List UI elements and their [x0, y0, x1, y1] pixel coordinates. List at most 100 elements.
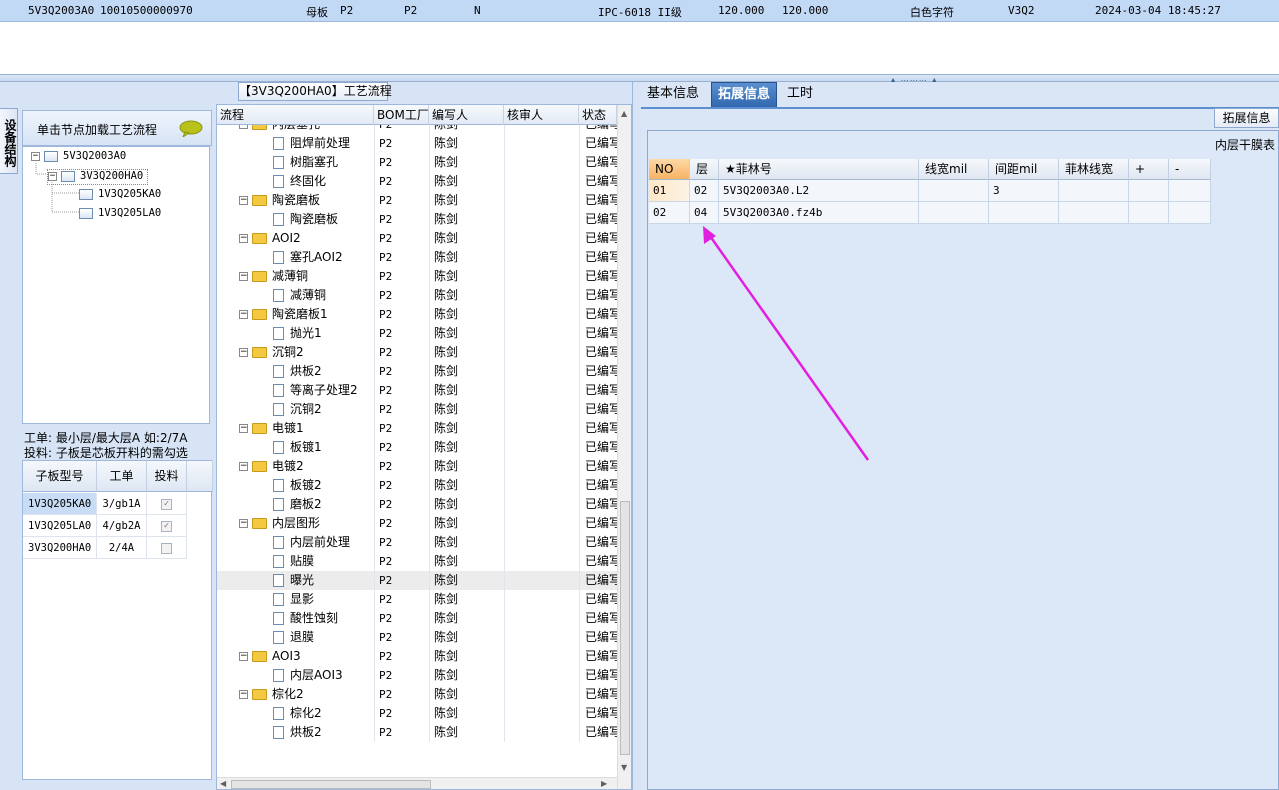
scrollbar-thumb[interactable] [231, 780, 431, 789]
extended-info-button[interactable]: 拓展信息 [1214, 108, 1279, 128]
process-group-row[interactable]: − 内层塞孔 P2 陈剑 已编写 [217, 125, 617, 134]
vertical-scrollbar[interactable]: ▲ ▼ [617, 105, 631, 789]
collapse-icon[interactable]: − [239, 234, 248, 243]
row-remove-cell[interactable] [1169, 180, 1211, 202]
checkbox-checked[interactable]: ✓ [161, 498, 172, 510]
tab-basic-info[interactable]: 基本信息 [641, 82, 705, 108]
process-step-row[interactable]: 磨板2 P2 陈剑 已编写 [217, 495, 617, 514]
sub-row-feed[interactable]: ✓ [147, 493, 187, 515]
scroll-right-icon[interactable]: ▶ [601, 779, 607, 788]
col-header-spacing[interactable]: 间距mil [989, 159, 1059, 180]
col-header-no[interactable]: NO [649, 159, 690, 180]
process-group-row[interactable]: − 棕化2 P2 陈剑 已编写 [217, 685, 617, 704]
horizontal-scrollbar[interactable]: ◀ ▶ [217, 777, 617, 789]
sub-row-feed[interactable]: ✓ [147, 515, 187, 537]
collapse-icon[interactable]: − [239, 310, 248, 319]
process-group-row[interactable]: − 陶瓷磨板 P2 陈剑 已编写 [217, 191, 617, 210]
process-group-row[interactable]: − 减薄铜 P2 陈剑 已编写 [217, 267, 617, 286]
col-header-layer[interactable]: 层 [690, 159, 719, 180]
process-step-row[interactable]: 阻焊前处理 P2 陈剑 已编写 [217, 134, 617, 153]
row-line-width[interactable] [919, 202, 989, 224]
collapse-icon[interactable]: − [239, 690, 248, 699]
checkbox-unchecked[interactable] [161, 542, 172, 554]
process-step-row[interactable]: 棕化2 P2 陈剑 已编写 [217, 704, 617, 723]
scroll-left-icon[interactable]: ◀ [220, 779, 226, 788]
col-header-author[interactable]: 编写人 [429, 105, 504, 125]
checkbox-checked[interactable]: ✓ [161, 520, 172, 532]
col-header-reviewer[interactable]: 核审人 [504, 105, 579, 125]
process-step-row[interactable]: 板镀1 P2 陈剑 已编写 [217, 438, 617, 457]
col-header-plant[interactable]: BOM工厂 [374, 105, 429, 125]
tab-extended-info[interactable]: 拓展信息 [711, 82, 778, 108]
col-header-line-width[interactable]: 线宽mil [919, 159, 989, 180]
process-group-row[interactable]: − 电镀1 P2 陈剑 已编写 [217, 419, 617, 438]
process-group-row[interactable]: − 陶瓷磨板1 P2 陈剑 已编写 [217, 305, 617, 324]
col-header-remove[interactable]: - [1169, 159, 1211, 180]
process-step-row[interactable]: 内层前处理 P2 陈剑 已编写 [217, 533, 617, 552]
process-step-row[interactable]: 烘板2 P2 陈剑 已编写 [217, 362, 617, 381]
process-step-row[interactable]: 沉铜2 P2 陈剑 已编写 [217, 400, 617, 419]
row-spacing[interactable] [989, 202, 1059, 224]
col-header-film[interactable]: ★菲林号 [719, 159, 919, 180]
row-layer[interactable]: 04 [690, 202, 719, 224]
row-film[interactable]: 5V3Q2003A0.fz4b [719, 202, 919, 224]
sub-row-feed[interactable] [147, 537, 187, 559]
row-no[interactable]: 02 [649, 202, 690, 224]
scroll-down-icon[interactable]: ▼ [621, 763, 627, 772]
process-step-row[interactable]: 塞孔AOI2 P2 陈剑 已编写 [217, 248, 617, 267]
sub-row-order[interactable]: 3/gb1A [97, 493, 147, 515]
collapse-icon[interactable]: − [239, 652, 248, 661]
process-group-row[interactable]: − 沉铜2 P2 陈剑 已编写 [217, 343, 617, 362]
collapse-icon[interactable]: − [239, 519, 248, 528]
col-header-feed[interactable]: 投料 [147, 461, 187, 492]
col-header-status[interactable]: 状态 [579, 105, 617, 125]
process-step-row[interactable]: 树脂塞孔 P2 陈剑 已编写 [217, 153, 617, 172]
col-header-add[interactable]: + [1129, 159, 1169, 180]
collapse-icon[interactable]: − [239, 125, 248, 129]
sub-row-order[interactable]: 2/4A [97, 537, 147, 559]
process-step-row[interactable]: 减薄铜 P2 陈剑 已编写 [217, 286, 617, 305]
process-step-row[interactable]: 等离子处理2 P2 陈剑 已编写 [217, 381, 617, 400]
top-record-row[interactable]: 5V3Q2003A0 10010500000970 母板 P2 P2 N IPC… [0, 0, 1279, 22]
row-spacing[interactable]: 3 [989, 180, 1059, 202]
row-film-width[interactable] [1059, 202, 1129, 224]
col-header-flow[interactable]: 流程 [217, 105, 374, 125]
process-step-row[interactable]: 终固化 P2 陈剑 已编写 [217, 172, 617, 191]
process-group-row[interactable]: − AOI2 P2 陈剑 已编写 [217, 229, 617, 248]
col-header-film-width[interactable]: 菲林线宽 [1059, 159, 1129, 180]
row-no[interactable]: 01 [649, 180, 690, 202]
col-header-model[interactable]: 子板型号 [23, 461, 97, 492]
process-step-row[interactable]: 贴膜 P2 陈剑 已编写 [217, 552, 617, 571]
process-step-row[interactable]: 烘板2 P2 陈剑 已编写 [217, 723, 617, 742]
process-step-row[interactable]: 抛光1 P2 陈剑 已编写 [217, 324, 617, 343]
collapse-icon[interactable]: − [239, 196, 248, 205]
row-add-cell[interactable] [1129, 202, 1169, 224]
collapse-icon[interactable]: − [239, 272, 248, 281]
sub-row-order[interactable]: 4/gb2A [97, 515, 147, 537]
sub-row-model[interactable]: 1V3Q205LA0 [23, 515, 97, 537]
row-remove-cell[interactable] [1169, 202, 1211, 224]
process-step-row[interactable]: 显影 P2 陈剑 已编写 [217, 590, 617, 609]
collapse-icon[interactable]: − [239, 462, 248, 471]
row-line-width[interactable] [919, 180, 989, 202]
vertical-tab-structure[interactable]: 设备结构 [0, 108, 18, 174]
process-step-row[interactable]: 曝光 P2 陈剑 已编写 [217, 571, 617, 590]
process-group-row[interactable]: − AOI3 P2 陈剑 已编写 [217, 647, 617, 666]
tab-work-hours[interactable]: 工时 [781, 82, 819, 108]
horizontal-splitter[interactable]: ▲ ⋯⋯⋯ ▲ [0, 74, 1279, 85]
scroll-up-icon[interactable]: ▲ [621, 109, 627, 118]
collapse-icon[interactable]: − [239, 424, 248, 433]
vertical-splitter[interactable] [632, 82, 641, 790]
row-add-cell[interactable] [1129, 180, 1169, 202]
scrollbar-thumb[interactable] [620, 501, 630, 755]
row-layer[interactable]: 02 [690, 180, 719, 202]
sub-row-model[interactable]: 3V3Q200HA0 [23, 537, 97, 559]
process-step-row[interactable]: 陶瓷磨板 P2 陈剑 已编写 [217, 210, 617, 229]
process-step-row[interactable]: 酸性蚀刻 P2 陈剑 已编写 [217, 609, 617, 628]
row-film-width[interactable] [1059, 180, 1129, 202]
process-step-row[interactable]: 内层AOI3 P2 陈剑 已编写 [217, 666, 617, 685]
process-step-row[interactable]: 板镀2 P2 陈剑 已编写 [217, 476, 617, 495]
sub-row-model[interactable]: 1V3Q205KA0 [23, 493, 97, 515]
process-group-row[interactable]: − 电镀2 P2 陈剑 已编写 [217, 457, 617, 476]
process-group-row[interactable]: − 内层图形 P2 陈剑 已编写 [217, 514, 617, 533]
